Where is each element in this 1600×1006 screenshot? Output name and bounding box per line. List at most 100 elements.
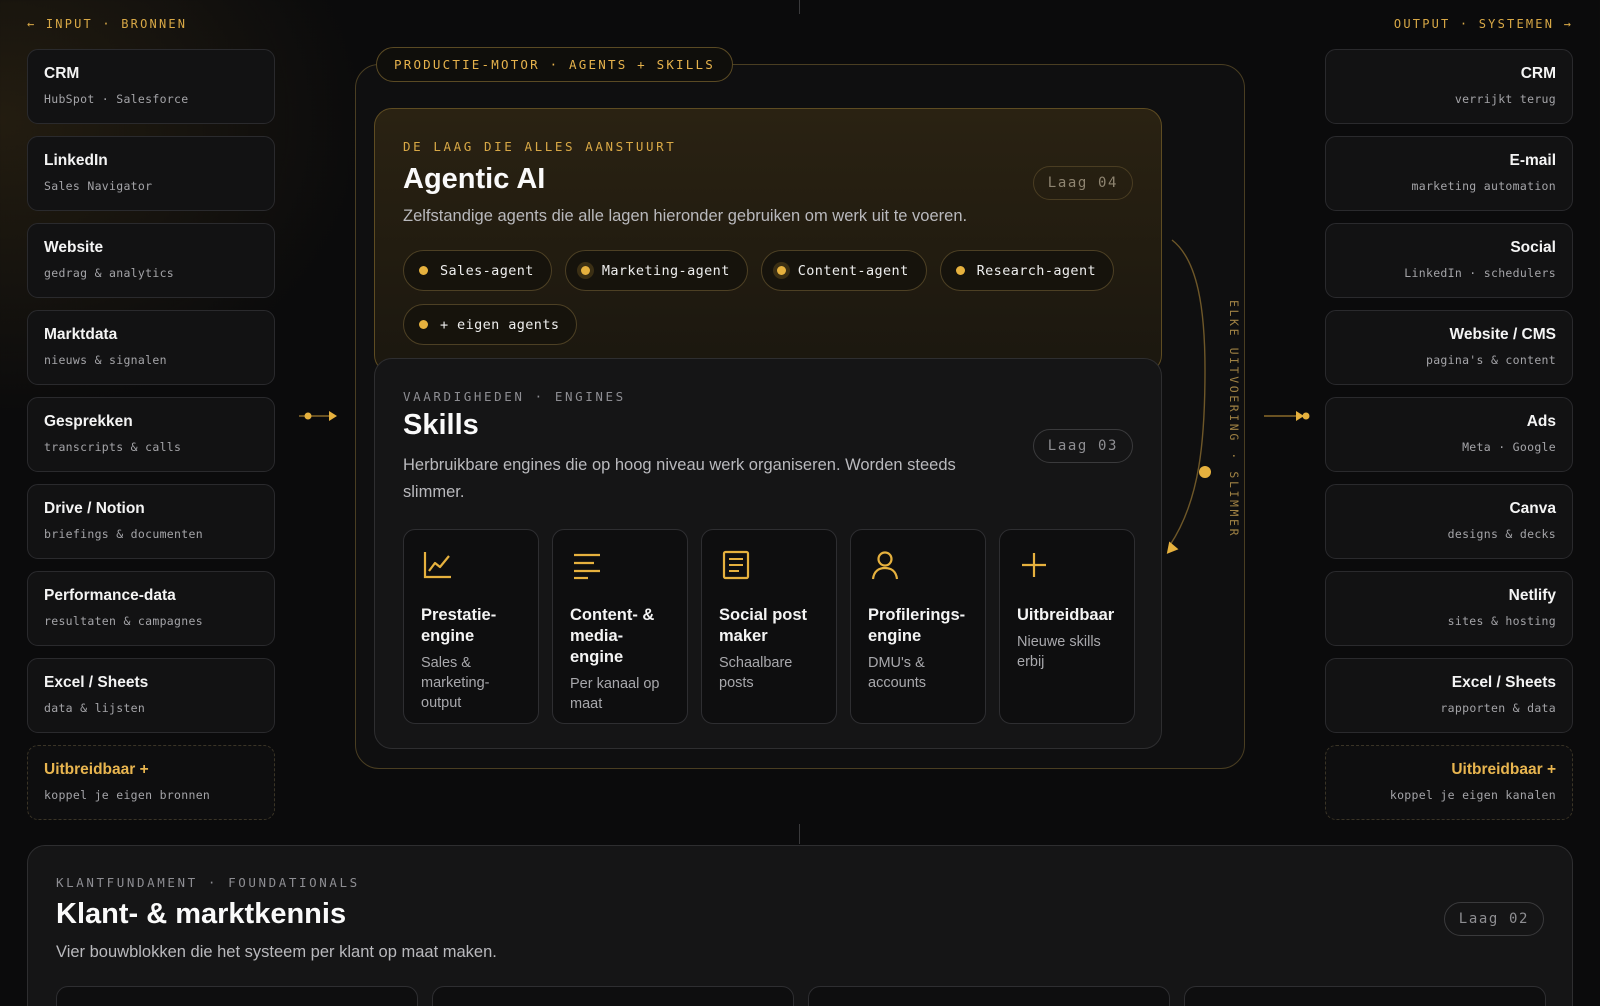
system-name: Social [1510, 239, 1556, 256]
foundation-title: Klant- & marktkennis [56, 898, 347, 930]
agent-label: Content-agent [797, 262, 909, 279]
source-name: Gesprekken [44, 413, 133, 430]
output-flow-arrow-icon [1264, 411, 1310, 421]
skill-card-content-media-engine[interactable]: Content- & media-engine Per kanaal op ma… [552, 529, 688, 724]
skill-name: Content- & media-engine [570, 606, 655, 666]
foundation-block[interactable] [432, 986, 794, 1006]
source-detail: resultaten & campagnes [44, 614, 203, 628]
output-system-email[interactable]: E-mail marketing automation [1325, 136, 1573, 211]
skill-detail: Per kanaal op maat [570, 676, 660, 712]
skills-eyebrow: VAARDIGHEDEN · ENGINES [403, 389, 626, 404]
input-sources-list: CRM HubSpot · Salesforce LinkedIn Sales Na… [27, 49, 275, 832]
source-name: Uitbreidbaar + [44, 761, 149, 778]
source-detail: briefings & documenten [44, 527, 203, 541]
agent-chip-research[interactable]: Research-agent [939, 250, 1114, 291]
agent-label: Marketing-agent [601, 262, 730, 279]
source-name: Website [44, 239, 104, 256]
agent-chip-content[interactable]: Content-agent [760, 250, 927, 291]
system-name: Canva [1509, 500, 1556, 517]
input-source-website[interactable]: Website gedrag & analytics [27, 223, 275, 298]
system-detail: verrijkt terug [1454, 92, 1556, 106]
input-flow-arrow-icon [299, 411, 337, 421]
skills-description: Herbruikbare engines die op hoog niveau … [403, 456, 956, 501]
output-system-social[interactable]: Social LinkedIn · schedulers [1325, 223, 1573, 298]
ai-title: Agentic AI [403, 163, 546, 195]
bottom-connector-line [799, 824, 800, 844]
feedback-loop-label: ELKE UITVOERING · SLIMMER [1227, 300, 1241, 539]
ai-description: Zelfstandige agents die alle lagen hiero… [403, 207, 968, 225]
agent-dot-icon [776, 266, 786, 275]
skill-card-social-post-maker[interactable]: Social post maker Schaalbare posts [701, 529, 837, 724]
skill-card-profilerings-engine[interactable]: Profilerings-engine DMU's & accounts [850, 529, 986, 724]
source-detail: HubSpot · Salesforce [44, 92, 189, 106]
feedback-loop-arrow-icon [1166, 239, 1211, 554]
foundation-block[interactable] [1184, 986, 1546, 1006]
input-column-title: ← INPUT · BRONNEN [27, 17, 188, 31]
agent-label: + eigen agents [440, 316, 560, 333]
foundation-block[interactable] [808, 986, 1170, 1006]
input-source-gesprekken[interactable]: Gesprekken transcripts & calls [27, 397, 275, 472]
output-system-ads[interactable]: Ads Meta · Google [1325, 397, 1573, 472]
output-system-netlify[interactable]: Netlify sites & hosting [1325, 571, 1573, 646]
input-source-crm[interactable]: CRM HubSpot · Salesforce [27, 49, 275, 124]
source-detail: koppel je eigen bronnen [44, 788, 211, 802]
agent-chip-custom[interactable]: + eigen agents [403, 304, 578, 345]
skill-name: Prestatie-engine [421, 606, 497, 645]
source-name: CRM [44, 65, 80, 82]
agent-chip-sales[interactable]: Sales-agent [403, 250, 552, 291]
agent-dot-icon [419, 320, 428, 329]
input-source-marktdata[interactable]: Marktdata nieuws & signalen [27, 310, 275, 385]
skill-name: Profilerings-engine [868, 606, 966, 645]
skill-detail: Sales & marketing-output [421, 655, 490, 711]
agentic-ai-panel: DE LAAG DIE ALLES AANSTUURT Agentic AI L… [374, 108, 1162, 373]
foundation-panel: KLANTFUNDAMENT · FOUNDATIONALS Klant- & … [27, 845, 1573, 1006]
system-name: CRM [1520, 65, 1556, 82]
layer-badge-02: Laag 02 [1443, 902, 1544, 936]
input-source-performance-data[interactable]: Performance-data resultaten & campagnes [27, 571, 275, 646]
skill-detail: DMU's & accounts [868, 655, 927, 691]
system-name: Website / CMS [1449, 326, 1556, 343]
agent-chip-marketing[interactable]: Marketing-agent [564, 250, 748, 291]
output-system-excel-sheets[interactable]: Excel / Sheets rapporten & data [1325, 658, 1573, 733]
skills-title: Skills [403, 409, 479, 441]
system-detail: Meta · Google [1462, 440, 1556, 454]
source-name: Marktdata [44, 326, 118, 343]
output-column-title: OUTPUT · SYSTEMEN → [1393, 17, 1573, 31]
chart-line-icon [423, 552, 451, 579]
source-name: Drive / Notion [44, 500, 145, 517]
input-source-drive-notion[interactable]: Drive / Notion briefings & documenten [27, 484, 275, 559]
input-source-excel-sheets[interactable]: Excel / Sheets data & lijsten [27, 658, 275, 733]
system-detail: pagina's & content [1425, 353, 1556, 367]
output-system-website-cms[interactable]: Website / CMS pagina's & content [1325, 310, 1573, 385]
skill-name: Social post maker [719, 606, 808, 645]
system-name: E-mail [1509, 152, 1556, 169]
input-source-extend[interactable]: Uitbreidbaar + koppel je eigen bronnen [27, 745, 275, 820]
foundation-block[interactable] [56, 986, 418, 1006]
system-name: Uitbreidbaar + [1451, 761, 1556, 778]
skill-detail: Nieuwe skills erbij [1017, 634, 1101, 670]
source-detail: Sales Navigator [44, 179, 153, 193]
skill-card-uitbreidbaar[interactable]: Uitbreidbaar Nieuwe skills erbij [999, 529, 1135, 724]
skill-name: Uitbreidbaar [1017, 606, 1115, 624]
skill-card-list: Prestatie-engine Sales & marketing-outpu… [403, 529, 1135, 724]
output-system-extend[interactable]: Uitbreidbaar + koppel je eigen kanalen [1325, 745, 1573, 820]
output-system-canva[interactable]: Canva designs & decks [1325, 484, 1573, 559]
agent-dot-icon [580, 266, 590, 275]
source-name: Excel / Sheets [44, 674, 149, 691]
foundation-block-list [56, 986, 1546, 1006]
skill-card-prestatie-engine[interactable]: Prestatie-engine Sales & marketing-outpu… [403, 529, 539, 724]
system-detail: rapporten & data [1440, 701, 1556, 715]
top-connector-line [799, 0, 800, 14]
source-detail: nieuws & signalen [44, 353, 167, 367]
output-system-crm[interactable]: CRM verrijkt terug [1325, 49, 1573, 124]
input-source-linkedin[interactable]: LinkedIn Sales Navigator [27, 136, 275, 211]
agent-dot-icon [955, 266, 965, 275]
system-name: Excel / Sheets [1451, 674, 1556, 691]
ai-eyebrow: DE LAAG DIE ALLES AANSTUURT [403, 139, 677, 154]
plus-icon [1022, 553, 1046, 577]
layer-badge-03: Laag 03 [1032, 429, 1133, 463]
agent-dot-icon [419, 266, 428, 275]
system-detail: sites & hosting [1447, 614, 1556, 628]
source-name: LinkedIn [44, 152, 108, 169]
source-detail: gedrag & analytics [44, 266, 175, 280]
